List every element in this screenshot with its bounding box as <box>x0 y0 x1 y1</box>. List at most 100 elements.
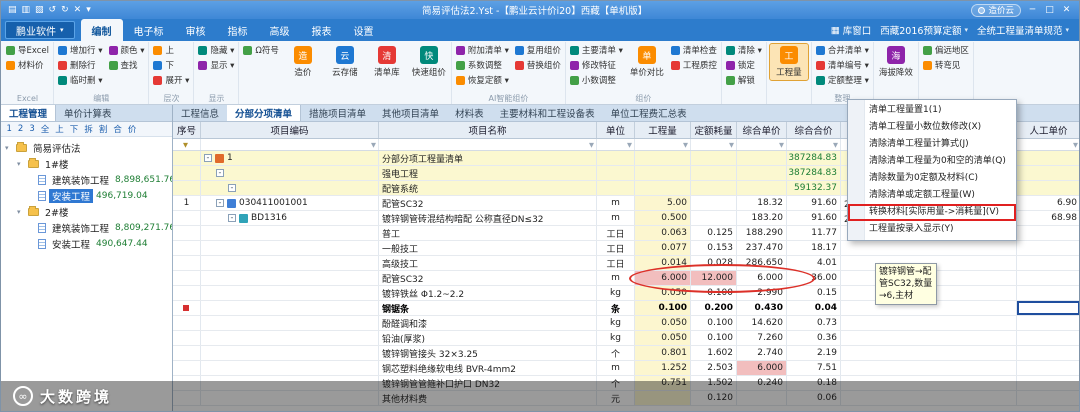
grid-cell-pricing[interactable] <box>841 376 1017 390</box>
menu-tab[interactable]: 审核 <box>175 19 217 41</box>
ribbon-button[interactable]: Ω符号 <box>241 43 281 57</box>
ribbon-button[interactable]: 恢复定额 ▾ <box>454 73 511 87</box>
column-header-code[interactable]: 项目编码 <box>201 122 379 138</box>
grid-cell-total[interactable]: 18.17 <box>787 241 841 255</box>
grid-cell-pricing[interactable] <box>841 316 1017 330</box>
grid-cell-unit[interactable]: kg <box>597 316 635 330</box>
grid-cell-sn[interactable] <box>173 166 201 180</box>
grid-cell-name[interactable]: 铅油(厚浆) <box>379 331 597 345</box>
grid-cell-price[interactable]: 237.470 <box>737 241 787 255</box>
grid-cell-unit[interactable]: 元 <box>597 391 635 405</box>
grid-cell-total[interactable]: 4.01 <box>787 256 841 270</box>
ribbon-button[interactable]: 下 <box>151 58 191 72</box>
tree-expander-icon[interactable]: ▾ <box>5 144 13 152</box>
grid-cell-pricing[interactable] <box>841 391 1017 405</box>
grid-cell-sn[interactable] <box>173 301 201 315</box>
menu-tab[interactable]: 指标 <box>217 19 259 41</box>
grid-cell-qty[interactable]: 6.000 <box>635 271 691 285</box>
grid-cell-usage[interactable]: 0.100 <box>691 331 737 345</box>
grid-cell-price[interactable] <box>737 166 787 180</box>
panel-tool-button[interactable]: 价 <box>125 123 139 135</box>
grid-cell-unit[interactable]: m <box>597 271 635 285</box>
grid-cell-pricing[interactable] <box>841 331 1017 345</box>
grid-cell-pricing[interactable] <box>841 241 1017 255</box>
ribbon-button[interactable]: 定额整理 ▾ <box>814 73 871 87</box>
quickbar-icon[interactable]: ✕ <box>74 5 82 15</box>
ribbon-button[interactable]: 工工程量 <box>768 43 809 81</box>
grid-cell-unit[interactable] <box>597 151 635 165</box>
quickbar-icon[interactable]: ▾ <box>86 5 91 15</box>
column-header-name[interactable]: 项目名称 <box>379 122 597 138</box>
grid-cell-code[interactable] <box>201 316 379 330</box>
grid-cell-labor[interactable] <box>1017 166 1079 180</box>
panel-tool-button[interactable]: 割 <box>96 123 110 135</box>
grid-cell-code[interactable] <box>201 271 379 285</box>
document-tab[interactable]: 单位工程费汇总表 <box>603 105 695 121</box>
grid-cell-name[interactable]: 酚醛调和漆 <box>379 316 597 330</box>
tree-expander-icon[interactable]: ▾ <box>17 208 25 216</box>
quickbar-icon[interactable]: ▤ <box>8 5 17 15</box>
grid-cell-labor[interactable] <box>1017 181 1079 195</box>
document-tab[interactable]: 措施项目清单 <box>301 105 374 121</box>
ribbon-button[interactable]: 海海拔降效 <box>876 43 916 81</box>
menu-tab[interactable]: 设置 <box>343 19 385 41</box>
grid-cell-labor[interactable] <box>1017 301 1079 315</box>
grid-cell-price[interactable]: 7.260 <box>737 331 787 345</box>
ribbon-button[interactable]: 修改特征 <box>568 58 625 72</box>
filter-cell-total[interactable]: ▼ <box>787 139 841 150</box>
grid-cell-qty[interactable]: 0.801 <box>635 346 691 360</box>
grid-cell-usage[interactable] <box>691 166 737 180</box>
menu-tab[interactable]: 高级 <box>259 19 301 41</box>
grid-cell-name[interactable]: 分部分项工程量清单 <box>379 151 597 165</box>
column-header-sn[interactable]: 序号 <box>173 122 201 138</box>
grid-cell-qty[interactable] <box>635 391 691 405</box>
panel-tab[interactable]: 工程管理 <box>1 105 57 121</box>
grid-cell-qty[interactable]: 0.050 <box>635 316 691 330</box>
ribbon-button[interactable]: 转弯见 <box>921 58 971 72</box>
grid-cell-total[interactable]: 59132.37 <box>787 181 841 195</box>
grid-cell-sn[interactable] <box>173 241 201 255</box>
grid-cell-unit[interactable]: 个 <box>597 376 635 390</box>
grid-cell-price[interactable] <box>737 181 787 195</box>
filter-cell-usage[interactable]: ▼ <box>691 139 737 150</box>
grid-cell-price[interactable]: 2.740 <box>737 346 787 360</box>
grid-cell-sn[interactable] <box>173 226 201 240</box>
pricing-cloud-button[interactable]: 造价云 <box>971 3 1021 17</box>
grid-cell-unit[interactable]: 个 <box>597 346 635 360</box>
grid-cell-price[interactable]: 286.650 <box>737 256 787 270</box>
grid-cell-price[interactable]: 0.430 <box>737 301 787 315</box>
grid-cell-usage[interactable]: 0.120 <box>691 391 737 405</box>
ribbon-button[interactable]: 隐藏 ▾ <box>196 43 236 57</box>
panel-tool-button[interactable]: 全 <box>38 123 52 135</box>
panel-tool-button[interactable]: 2 <box>15 124 25 134</box>
grid-cell-labor[interactable] <box>1017 226 1079 240</box>
ribbon-button[interactable]: 替换组价 <box>513 58 563 72</box>
grid-cell-code[interactable] <box>201 361 379 375</box>
grid-cell-code[interactable]: - 030411001001 <box>201 196 379 210</box>
column-header-usage[interactable]: 定额耗量 <box>691 122 737 138</box>
column-header-labor[interactable]: 人工单价 <box>1017 122 1079 138</box>
document-tab[interactable]: 主要材料和工程设备表 <box>492 105 603 121</box>
grid-cell-code[interactable] <box>201 346 379 360</box>
grid-cell-labor[interactable] <box>1017 316 1079 330</box>
ribbon-button[interactable]: 颜色 ▾ <box>107 43 147 57</box>
grid-cell-sn[interactable] <box>173 151 201 165</box>
minimize-button[interactable]: ─ <box>1024 3 1041 17</box>
grid-cell-sn[interactable] <box>173 376 201 390</box>
grid-cell-usage[interactable]: 0.125 <box>691 226 737 240</box>
grid-cell-total[interactable]: 0.06 <box>787 391 841 405</box>
quota-library-select[interactable]: 西藏2016预算定额 ▾ <box>880 23 968 37</box>
ribbon-button[interactable]: 材料价 <box>4 58 51 72</box>
grid-cell-unit[interactable]: 工日 <box>597 241 635 255</box>
grid-cell-price[interactable]: 188.290 <box>737 226 787 240</box>
grid-cell-total[interactable]: 387284.83 <box>787 151 841 165</box>
grid-cell-name[interactable]: 镀锌钢管管箍补口护口 DN32 <box>379 376 597 390</box>
grid-cell-name[interactable]: 配管SC32 <box>379 196 597 210</box>
tree-item[interactable]: 建筑装饰工程 8,898,651.76 <box>1 172 172 188</box>
grid-cell-sn[interactable] <box>173 286 201 300</box>
grid-cell-qty[interactable] <box>635 181 691 195</box>
grid-cell-code[interactable]: - BD1316 <box>201 211 379 225</box>
maximize-button[interactable]: □ <box>1041 3 1058 17</box>
grid-cell-unit[interactable]: m <box>597 361 635 375</box>
grid-cell-code[interactable] <box>201 391 379 405</box>
